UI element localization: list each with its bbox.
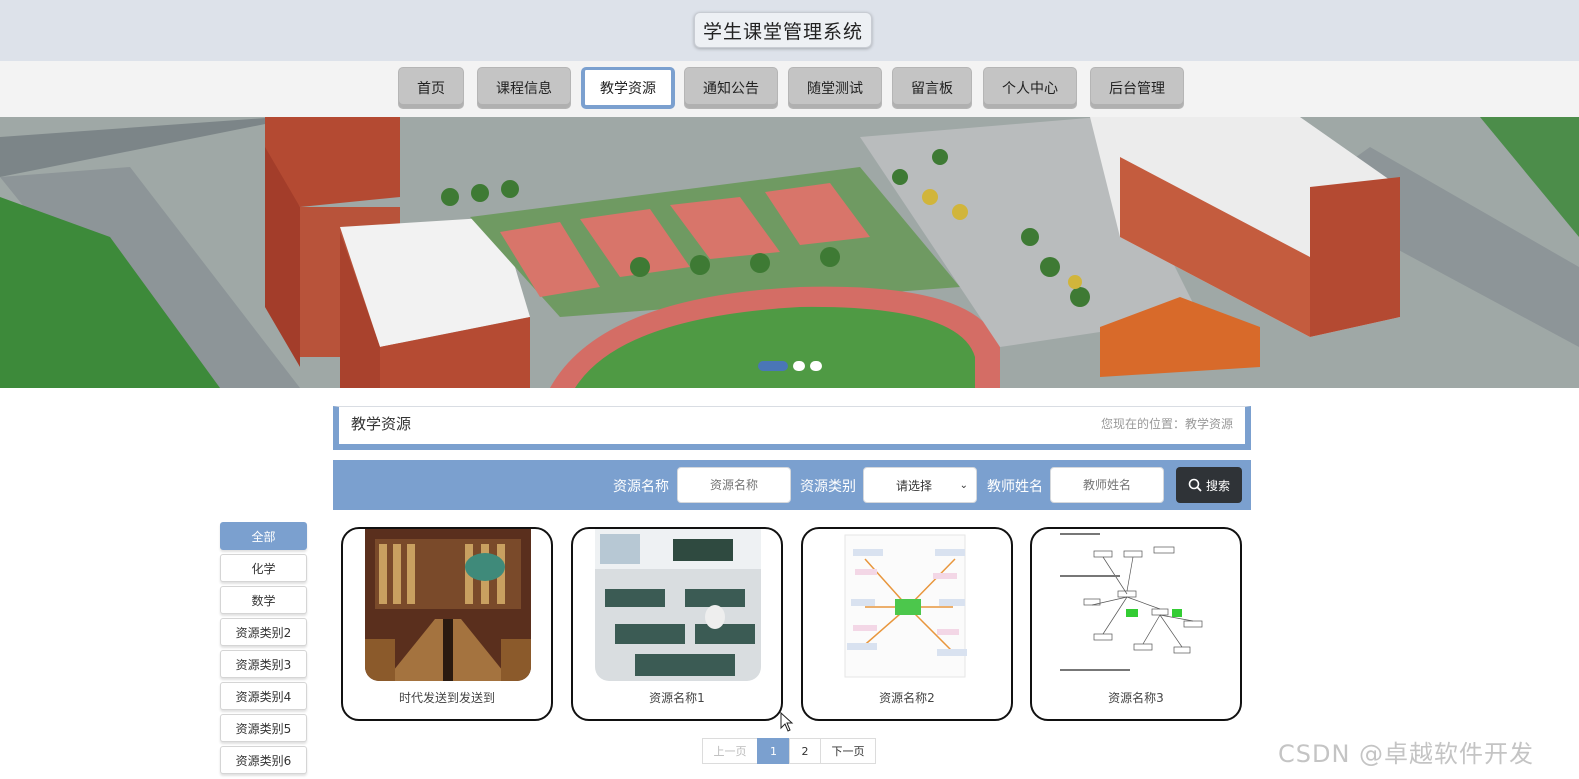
breadcrumb-path: 您现在的位置：教学资源	[1100, 417, 1233, 431]
page-2-button[interactable]: 2	[789, 738, 821, 764]
page-title: 教学资源	[351, 415, 412, 433]
category-item[interactable]: 资源类别5	[220, 714, 307, 742]
site-title: 学生课堂管理系统	[694, 12, 872, 48]
carousel-dot[interactable]	[810, 361, 822, 371]
search-icon	[1188, 478, 1202, 492]
category-chemistry[interactable]: 化学	[220, 554, 307, 582]
resource-name: 资源名称2	[879, 691, 935, 705]
site-header: 学生课堂管理系统	[0, 0, 1579, 61]
resource-card[interactable]: 时代发送到发送到	[341, 527, 553, 721]
carousel-dots	[758, 361, 822, 371]
search-button-label: 搜索	[1205, 478, 1230, 493]
category-item[interactable]: 资源类别2	[220, 618, 307, 646]
resource-name: 资源名称1	[649, 691, 705, 705]
resource-name: 资源名称3	[1108, 691, 1164, 705]
resource-name-label: 资源名称	[613, 479, 669, 495]
category-item[interactable]: 资源类别4	[220, 682, 307, 710]
nav-personal-center[interactable]: 个人中心	[983, 67, 1077, 109]
resource-thumbnail	[595, 529, 761, 681]
resource-thumbnail	[1054, 529, 1220, 681]
resource-name: 时代发送到发送到	[398, 691, 495, 705]
category-math[interactable]: 数学	[220, 586, 307, 614]
nav-message-board[interactable]: 留言板	[892, 67, 972, 109]
teacher-name-label: 教师姓名	[987, 479, 1043, 495]
resource-category-label: 资源类别	[800, 479, 856, 495]
breadcrumb: 教学资源 您现在的位置：教学资源	[333, 406, 1251, 450]
category-item[interactable]: 资源类别3	[220, 650, 307, 678]
category-all[interactable]: 全部	[220, 522, 307, 550]
nav-quiz[interactable]: 随堂测试	[788, 67, 882, 109]
resource-card[interactable]: 资源名称3	[1030, 527, 1242, 721]
category-select-value: 请选择	[896, 478, 933, 493]
nav-teaching-resources[interactable]: 教学资源	[581, 67, 675, 109]
nav-course-info[interactable]: 课程信息	[477, 67, 571, 109]
banner-image	[0, 117, 1579, 388]
nav-admin[interactable]: 后台管理	[1090, 67, 1184, 109]
resource-card[interactable]: 资源名称2	[801, 527, 1013, 721]
resource-category-select[interactable]: 请选择 ⌄	[863, 467, 977, 503]
search-button[interactable]: 搜索	[1176, 467, 1242, 503]
carousel-dot[interactable]	[793, 361, 805, 371]
category-item[interactable]: 资源类别6	[220, 746, 307, 774]
nav-notices[interactable]: 通知公告	[684, 67, 778, 109]
resource-name-input[interactable]	[677, 467, 791, 503]
next-page-button[interactable]: 下一页	[820, 738, 876, 764]
resource-thumbnail	[365, 529, 531, 681]
watermark: CSDN @卓越软件开发	[1278, 740, 1535, 768]
banner-carousel[interactable]	[0, 117, 1579, 388]
search-bar: 资源名称 资源类别 请选择 ⌄ 教师姓名 搜索	[333, 460, 1251, 510]
resource-card[interactable]: 资源名称1	[571, 527, 783, 721]
carousel-dot[interactable]	[758, 361, 788, 371]
teacher-name-input[interactable]	[1050, 467, 1164, 503]
prev-page-button[interactable]: 上一页	[702, 738, 758, 764]
main-nav: 首页 课程信息 教学资源 通知公告 随堂测试 留言板 个人中心 后台管理	[0, 61, 1579, 117]
resource-thumbnail	[825, 529, 991, 681]
page-1-button[interactable]: 1	[757, 738, 790, 764]
mouse-cursor-icon	[780, 712, 794, 732]
pagination: 上一页 1 2 下一页	[702, 738, 876, 764]
chevron-down-icon: ⌄	[959, 479, 968, 491]
nav-home[interactable]: 首页	[398, 67, 464, 109]
